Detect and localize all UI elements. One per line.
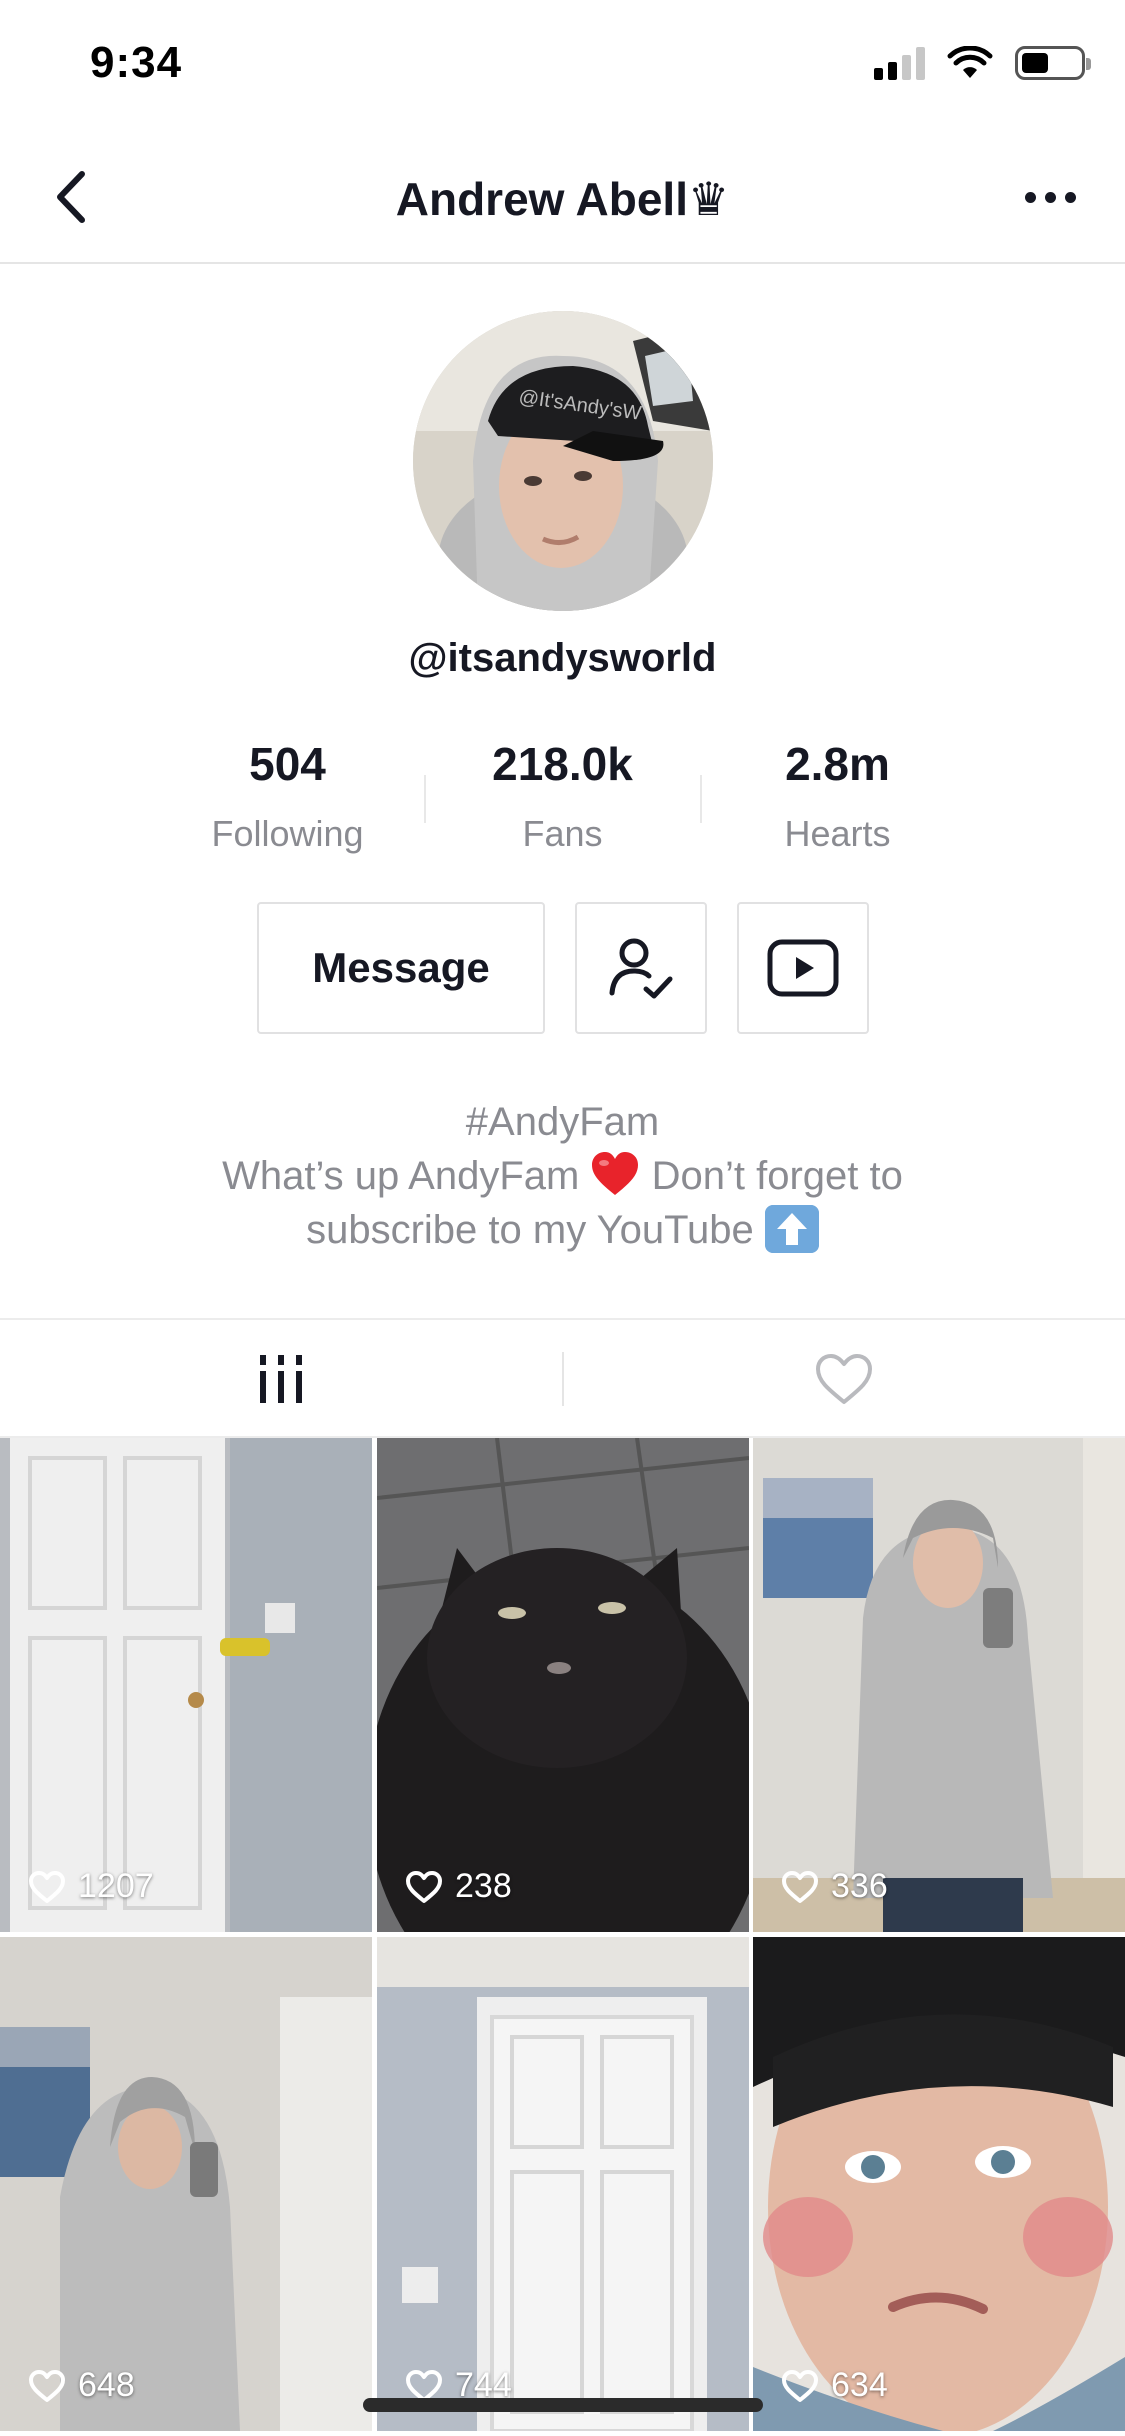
video-likes-count: 634 <box>831 2366 888 2404</box>
video-thumbnail[interactable]: 648 <box>0 1937 372 2431</box>
stat-value: 218.0k <box>492 738 633 790</box>
avatar-photo: @It'sAndy'sW <box>413 311 713 611</box>
video-likes: 1207 <box>28 1867 154 1906</box>
up-arrow-emoji-icon <box>764 1205 819 1253</box>
video-likes-count: 238 <box>455 1867 512 1905</box>
stat-following[interactable]: 504 Following <box>150 735 425 865</box>
tab-liked[interactable] <box>563 1320 1125 1438</box>
video-likes: 336 <box>781 1867 888 1906</box>
video-thumbnail[interactable]: 336 <box>753 1438 1125 1932</box>
content-tabs <box>0 1318 1125 1438</box>
following-button[interactable] <box>575 902 707 1034</box>
status-time: 9:34 <box>90 38 183 87</box>
thumbnail-image <box>377 1438 749 1932</box>
video-likes: 634 <box>781 2366 888 2405</box>
heart-outline-icon <box>29 1870 65 1903</box>
heart-outline-icon <box>782 2369 818 2402</box>
grid-bars-icon <box>260 1355 302 1403</box>
stat-label: Fans <box>522 813 603 854</box>
video-thumbnail[interactable]: 1207 <box>0 1438 372 1932</box>
bio-line: What’s up AndyFam Don’t forget to <box>100 1149 1025 1203</box>
profile-stats: 504 Following 218.0k Fans 2.8m Hearts <box>150 735 975 865</box>
stat-hearts[interactable]: 2.8m Hearts <box>700 735 975 865</box>
youtube-button[interactable] <box>737 902 869 1034</box>
stat-label: Hearts <box>784 813 891 854</box>
video-thumbnail[interactable]: 238 <box>377 1438 749 1932</box>
thumbnail-image <box>753 1438 1125 1932</box>
more-options-button[interactable] <box>1015 172 1085 222</box>
heart-outline-icon <box>816 1354 872 1404</box>
avatar[interactable]: @It'sAndy'sW <box>413 311 713 611</box>
user-check-icon <box>609 938 673 999</box>
video-likes-count: 336 <box>831 1867 888 1905</box>
bio-text: What’s up AndyFam <box>222 1154 580 1198</box>
battery-icon <box>1015 46 1091 80</box>
thumbnail-image <box>0 1438 372 1932</box>
stat-value: 2.8m <box>785 738 890 790</box>
stat-divider <box>700 775 702 823</box>
status-bar: 9:34 <box>0 0 1125 132</box>
tab-videos[interactable] <box>0 1320 562 1438</box>
video-likes: 238 <box>405 1867 512 1906</box>
video-likes: 648 <box>28 2366 135 2405</box>
stat-fans[interactable]: 218.0k Fans <box>425 735 700 865</box>
message-button[interactable]: Message <box>257 902 545 1034</box>
thumbnail-image <box>0 1937 372 2431</box>
bio-text: subscribe to my YouTube <box>306 1208 754 1252</box>
bio-hashtag[interactable]: #AndyFam <box>100 1095 1025 1149</box>
heart-outline-icon <box>406 1870 442 1903</box>
video-likes-count: 1207 <box>78 1867 154 1905</box>
status-icons <box>874 46 1091 80</box>
page-title: Andrew Abell♛ <box>395 173 730 225</box>
thumbnail-image <box>377 1937 749 2431</box>
nav-bar: Andrew Abell♛ <box>0 132 1125 264</box>
profile-bio: #AndyFam What’s up AndyFam Don’t forget … <box>100 1095 1025 1257</box>
video-thumbnail[interactable]: 744 <box>377 1937 749 2431</box>
more-dot <box>1064 191 1076 203</box>
wifi-icon <box>947 46 993 78</box>
bio-text: Don’t forget to <box>651 1154 903 1198</box>
heart-outline-icon <box>782 1870 818 1903</box>
red-heart-emoji-icon <box>592 1152 639 1195</box>
video-thumbnail[interactable]: 634 <box>753 1937 1125 2431</box>
heart-outline-icon <box>29 2369 65 2402</box>
bio-line: subscribe to my YouTube <box>100 1203 1025 1257</box>
username: @itsandysworld <box>408 636 717 680</box>
thumbnail-image <box>753 1937 1125 2431</box>
stat-label: Following <box>211 813 364 854</box>
play-button-icon <box>767 939 839 997</box>
cellular-signal-icon <box>874 46 925 80</box>
stat-divider <box>424 775 426 823</box>
more-dot <box>1044 191 1056 203</box>
video-likes-count: 648 <box>78 2366 135 2404</box>
profile-actions: Message <box>0 902 1125 1034</box>
stat-value: 504 <box>249 738 326 790</box>
home-indicator[interactable] <box>363 2398 763 2412</box>
more-dot <box>1024 191 1036 203</box>
